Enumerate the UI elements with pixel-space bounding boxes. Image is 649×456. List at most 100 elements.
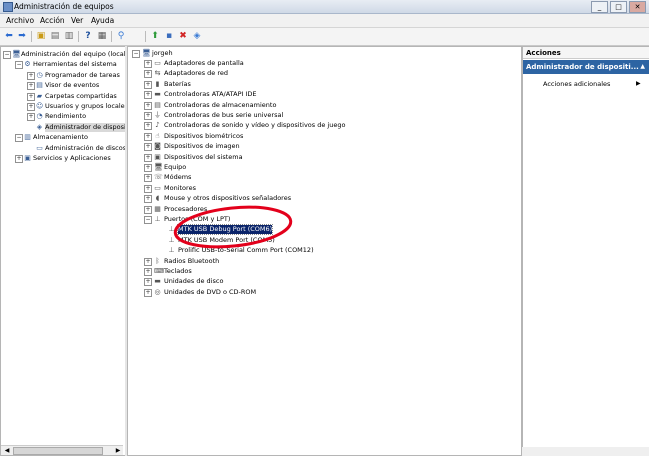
forward-icon[interactable]: ➡ (17, 31, 27, 41)
device-tree-item[interactable]: Adaptadores de pantalla (164, 59, 244, 68)
device-tree-item[interactable]: Baterías (164, 80, 191, 89)
device-tree-item[interactable]: Módems (164, 173, 191, 182)
device-tree-item[interactable]: Monitores (164, 184, 196, 193)
scroll-left-icon[interactable]: ◀ (3, 447, 11, 454)
menu-archivo[interactable]: Archivo (6, 16, 34, 25)
device-tree-pane[interactable]: − 🖥 jorgeh + ▭ Adaptadores de pantalla + ⇆ Adapt… (127, 46, 522, 456)
device-tree-item[interactable]: Prolific USB-to-Serial Comm Port (COM12) (178, 246, 314, 255)
expand-toggle-icon[interactable]: + (144, 143, 152, 152)
expand-toggle-icon[interactable]: − (132, 50, 140, 58)
expand-toggle-icon[interactable]: + (144, 268, 152, 276)
minimize-button[interactable]: _ (591, 1, 608, 13)
expand-toggle-icon[interactable]: + (15, 155, 23, 163)
help-icon[interactable]: ? (83, 31, 93, 41)
device-tree-item[interactable]: Adaptadores de red (164, 69, 228, 78)
close-button[interactable]: ✕ (629, 1, 646, 13)
expand-toggle-icon[interactable]: + (27, 113, 35, 122)
expand-toggle-icon[interactable]: − (144, 216, 152, 224)
device-tree-item[interactable]: Dispositivos biométricos (164, 132, 243, 141)
expand-toggle-icon[interactable]: + (144, 195, 152, 204)
collapse-icon[interactable]: ▲ (640, 60, 645, 74)
expand-toggle-icon[interactable]: + (144, 112, 152, 120)
console-tree-item[interactable]: Administración del equipo (local) (21, 50, 125, 59)
expand-toggle-icon[interactable]: + (144, 153, 152, 162)
maximize-button[interactable]: □ (610, 1, 627, 13)
device-tree-item[interactable]: Puertos (COM y LPT) (164, 215, 230, 224)
expand-toggle-icon[interactable]: + (144, 205, 152, 214)
device-tree-item[interactable]: Controladoras de sonido y vídeo y dispos… (164, 121, 345, 130)
uninstall-icon[interactable]: ✖ (178, 31, 188, 41)
console-tree-item[interactable]: Visor de eventos (45, 81, 99, 90)
device-tree-item[interactable]: Mouse y otros dispositivos señaladores (164, 194, 291, 203)
expand-toggle-icon[interactable]: + (144, 70, 152, 79)
console-tree-pane[interactable]: Administración del equipo (local) − 🖥 Herra… (0, 46, 126, 456)
expand-toggle-icon[interactable]: + (144, 60, 152, 68)
device-tree-item[interactable]: Controladoras de almacenamiento (164, 101, 276, 110)
expand-toggle-icon[interactable]: + (144, 288, 152, 297)
device-tree-label: Adaptadores de pantalla (164, 59, 244, 67)
scroll-right-icon[interactable]: ▶ (114, 447, 122, 454)
more-actions-item[interactable]: Acciones adicionales (543, 80, 610, 88)
console-tree-item[interactable]: Servicios y Aplicaciones (33, 154, 111, 163)
menu-accion[interactable]: Acción (40, 16, 65, 25)
actions-section-device-manager[interactable]: Administrador de dispositi... ▲ (523, 60, 649, 74)
device-tree-item[interactable]: Equipo (164, 163, 186, 172)
console-tree-item[interactable]: Almacenamiento (33, 133, 88, 142)
device-tree-item[interactable]: Unidades de DVD o CD-ROM (164, 288, 256, 297)
menu-ayuda[interactable]: Ayuda (91, 16, 114, 25)
console-tree-label: Usuarios y grupos locales (45, 102, 126, 110)
expand-toggle-icon[interactable]: + (144, 91, 152, 100)
device-tree-root[interactable]: jorgeh (152, 49, 173, 58)
properties-icon[interactable]: ▤ (50, 31, 60, 41)
console-tree-item[interactable]: Usuarios y grupos locales (45, 102, 126, 111)
hardware-icon[interactable]: ◈ (192, 31, 202, 41)
device-tree-item[interactable]: Procesadores (164, 205, 207, 214)
device-tree-item[interactable]: Teclados (164, 267, 192, 276)
horizontal-scrollbar[interactable]: ◀ ▶ (1, 445, 123, 455)
device-tree-item[interactable]: Radios Bluetooth (164, 257, 219, 266)
console-tree-item[interactable]: Administrador de dispositi (45, 122, 125, 132)
expand-toggle-icon[interactable]: + (144, 278, 152, 287)
update-driver-icon[interactable]: ⬆ (150, 31, 160, 41)
console-tree-item[interactable]: Administración de discos (45, 144, 125, 153)
expand-toggle-icon[interactable]: + (144, 122, 152, 131)
scan-icon[interactable]: ⚲ (116, 31, 126, 41)
expand-toggle-icon[interactable]: + (27, 92, 35, 101)
expand-toggle-icon[interactable]: + (144, 184, 152, 193)
device-tree-item[interactable]: Controladoras de bus serie universal (164, 111, 283, 120)
device-tree-item[interactable]: Controladoras ATA/ATAPI IDE (164, 90, 257, 99)
console-tree-item[interactable]: Rendimiento (45, 112, 86, 121)
export-icon[interactable]: ▦ (97, 31, 107, 41)
device-tree-item[interactable]: MTK USB Debug Port (COM6) (176, 224, 274, 236)
back-icon[interactable]: ⬅ (4, 31, 14, 41)
disable-icon[interactable]: ▪ (164, 31, 174, 41)
toolbar-separator (145, 31, 146, 42)
expand-toggle-icon[interactable]: − (15, 61, 23, 70)
expand-toggle-icon[interactable]: + (144, 257, 152, 266)
up-icon[interactable]: ▣ (36, 31, 46, 41)
console-tree-label: Visor de eventos (45, 81, 100, 90)
clock-icon: ◷ (36, 70, 43, 79)
expand-toggle-icon[interactable]: + (27, 71, 35, 80)
expand-toggle-icon[interactable]: + (144, 80, 152, 89)
scroll-thumb[interactable] (13, 447, 103, 455)
console-tree-item[interactable]: Herramientas del sistema (33, 60, 117, 69)
console-tree-item[interactable]: Programador de tareas (45, 71, 120, 80)
hide-tree-icon[interactable]: ▥ (64, 31, 74, 41)
expand-toggle-icon[interactable]: + (27, 103, 35, 111)
expand-toggle-icon[interactable]: + (144, 132, 152, 141)
expand-toggle-icon[interactable]: + (27, 82, 35, 91)
device-tree-item[interactable]: Dispositivos del sistema (164, 153, 243, 162)
device-tree-label: Teclados (164, 267, 192, 275)
menu-ver[interactable]: Ver (71, 16, 83, 25)
expand-toggle-icon[interactable]: − (3, 51, 11, 59)
expand-toggle-icon[interactable]: + (144, 101, 152, 110)
expand-toggle-icon[interactable]: + (144, 164, 152, 172)
device-tree-item[interactable]: Unidades de disco (164, 277, 223, 286)
console-tree-item[interactable]: Carpetas compartidas (45, 92, 117, 101)
expand-toggle-icon[interactable]: − (15, 134, 23, 143)
usb-icon: ⏚ (154, 111, 161, 119)
device-tree-item[interactable]: Dispositivos de imagen (164, 142, 240, 151)
device-tree-item[interactable]: MTK USB Modem Port (COM5) (178, 236, 275, 245)
expand-toggle-icon[interactable]: + (144, 174, 152, 183)
